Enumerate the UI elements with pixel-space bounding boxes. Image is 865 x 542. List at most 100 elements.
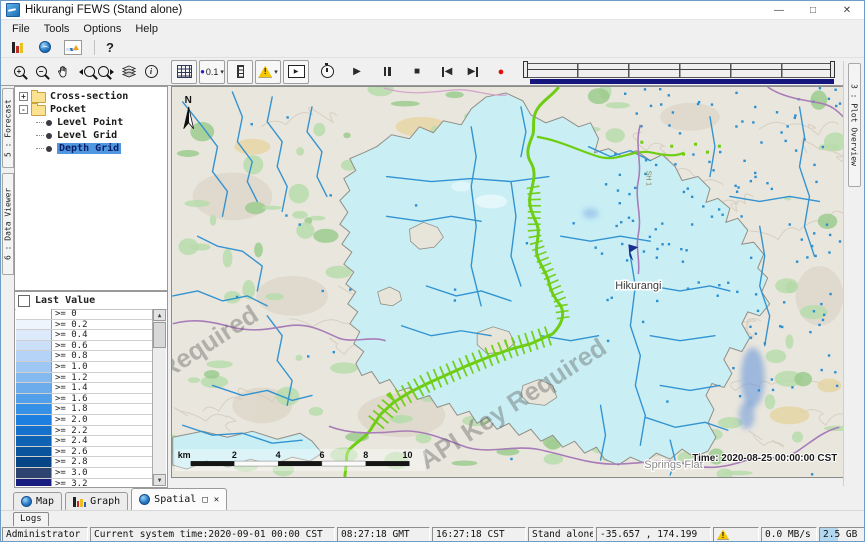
database-icon[interactable] [7,36,27,58]
ruler-button[interactable] [227,60,253,84]
vegetation-patch [393,417,407,424]
tab-data-viewer[interactable]: 6 : Data Viewer [2,173,14,275]
tab-graph[interactable]: Graph [65,492,128,510]
tree-item-level-grid[interactable]: Level Grid [15,129,167,142]
legend-row[interactable]: >= 3.2 [16,479,152,487]
stream-dot [285,214,287,216]
stream-dot [813,310,815,312]
expand-icon[interactable]: + [19,92,28,101]
vegetation-patch [185,200,210,207]
stream-dot [643,250,645,252]
last-value-checkbox[interactable] [18,295,30,307]
legend-row[interactable]: >= 3.0 [16,468,152,479]
legend-row[interactable]: >= 1.8 [16,404,152,415]
pause-button[interactable] [377,61,397,83]
stream-dot [757,310,759,312]
legend-row[interactable]: >= 2.4 [16,436,152,447]
time-slider-track[interactable] [525,63,833,78]
legend-row[interactable]: >= 0.2 [16,320,152,331]
tab-close-icon[interactable]: ✕ [214,495,219,505]
vegetation-patch [792,431,803,442]
close-button[interactable]: ✕ [830,1,864,19]
tab-forecast[interactable]: 5 : Forecast [2,88,14,168]
stream-dot [752,121,754,123]
map-viewport[interactable]: Hikurangi Springs Flat SH 1 API Key Requ… [171,86,846,478]
info-button[interactable]: i [141,61,161,83]
tree-item-depth-grid[interactable]: Depth Grid [15,142,167,155]
legend-row[interactable]: >= 2.6 [16,447,152,458]
profile-display-button[interactable] [63,36,83,58]
scroll-down-icon[interactable]: ▼ [153,474,166,486]
time-slider-handle-end[interactable] [830,61,835,78]
minimize-button[interactable]: — [762,1,796,19]
legend-header: Last Value [15,292,167,310]
tab-spatial[interactable]: Spatial □ ✕ [131,488,227,510]
legend-row[interactable]: >= 1.4 [16,383,152,394]
tree-item-cross-section[interactable]: + Cross-section [15,90,167,103]
menu-file[interactable]: File [5,23,37,35]
vegetation-patch [289,184,309,204]
vegetation-patch [204,370,220,379]
zoom-in-button[interactable]: + [9,61,29,83]
legend-row[interactable]: >= 2.8 [16,457,152,468]
status-warning-cell[interactable] [713,527,759,542]
stop-button[interactable]: ■ [407,61,427,83]
grid-toggle-button[interactable] [171,60,197,84]
time-slider-handle-start[interactable] [523,61,528,78]
scroll-up-icon[interactable]: ▲ [153,309,166,321]
menu-options[interactable]: Options [76,23,128,35]
skip-end-button[interactable]: ▶ [463,61,483,83]
chevron-down-icon: ▾ [274,68,278,76]
skip-start-button[interactable]: ◀ [437,61,457,83]
zoom-out-button[interactable]: − [31,61,51,83]
tab-maximize-icon[interactable]: □ [202,495,207,505]
menu-tools[interactable]: Tools [37,23,77,35]
vegetation-patch [606,102,630,108]
legend-row[interactable]: >= 0 [16,309,152,320]
zoom-previous-button[interactable] [75,61,95,83]
help-button[interactable]: ? [106,40,114,55]
maximize-button[interactable]: □ [796,1,830,19]
pan-button[interactable] [53,61,73,83]
map-canvas[interactable]: Hikurangi Springs Flat SH 1 API Key Requ… [172,87,845,477]
zoom-next-button[interactable] [97,61,117,83]
layers-button[interactable] [119,61,139,83]
color-swatch [16,457,52,467]
spatial-display-button[interactable] [35,36,55,58]
tree-item-level-point[interactable]: Level Point [15,116,167,129]
legend-label: >= 2.0 [52,415,152,425]
time-slider[interactable] [523,59,835,85]
legend-row[interactable]: >= 2.2 [16,426,152,437]
bar-chart-icon [73,496,86,507]
database-bars-icon [12,41,23,53]
animation-timer-button[interactable] [317,61,337,83]
stream-dot [708,161,710,163]
vegetation-patch [391,101,420,107]
legend-row[interactable]: >= 0.6 [16,341,152,352]
legend-label: >= 1.4 [52,383,152,393]
color-swatch [16,426,52,436]
legend-row[interactable]: >= 0.4 [16,330,152,341]
record-button[interactable]: ● [491,61,511,83]
movie-export-button[interactable]: ▶ [283,60,309,84]
play-button[interactable]: ▶ [347,61,367,83]
vegetation-patch [725,471,753,476]
legend-row[interactable]: >= 0.8 [16,351,152,362]
legend-scrollbar[interactable]: ▲ ▼ [152,309,166,486]
legend-row[interactable]: >= 1.0 [16,362,152,373]
menu-help[interactable]: Help [128,23,165,35]
threshold-dropdown[interactable]: ● 0.1 ▾ [199,60,225,84]
tab-plot-overview[interactable]: 3 : Plot Overview [848,63,861,187]
scrollbar-thumb[interactable] [153,322,166,348]
legend-row[interactable]: >= 1.6 [16,394,152,405]
thresholds-warning-dropdown[interactable]: ▾ [255,60,281,84]
legend-row[interactable]: >= 2.0 [16,415,152,426]
stream-dot [698,281,700,283]
tab-map[interactable]: Map [13,492,62,510]
legend-row[interactable]: >= 1.2 [16,373,152,384]
legend-label: >= 2.6 [52,447,152,457]
tree-item-pocket[interactable]: - Pocket [15,103,167,116]
stream-dot [606,299,608,301]
collapse-icon[interactable]: - [19,105,28,114]
legend-label: >= 0.2 [52,320,152,330]
